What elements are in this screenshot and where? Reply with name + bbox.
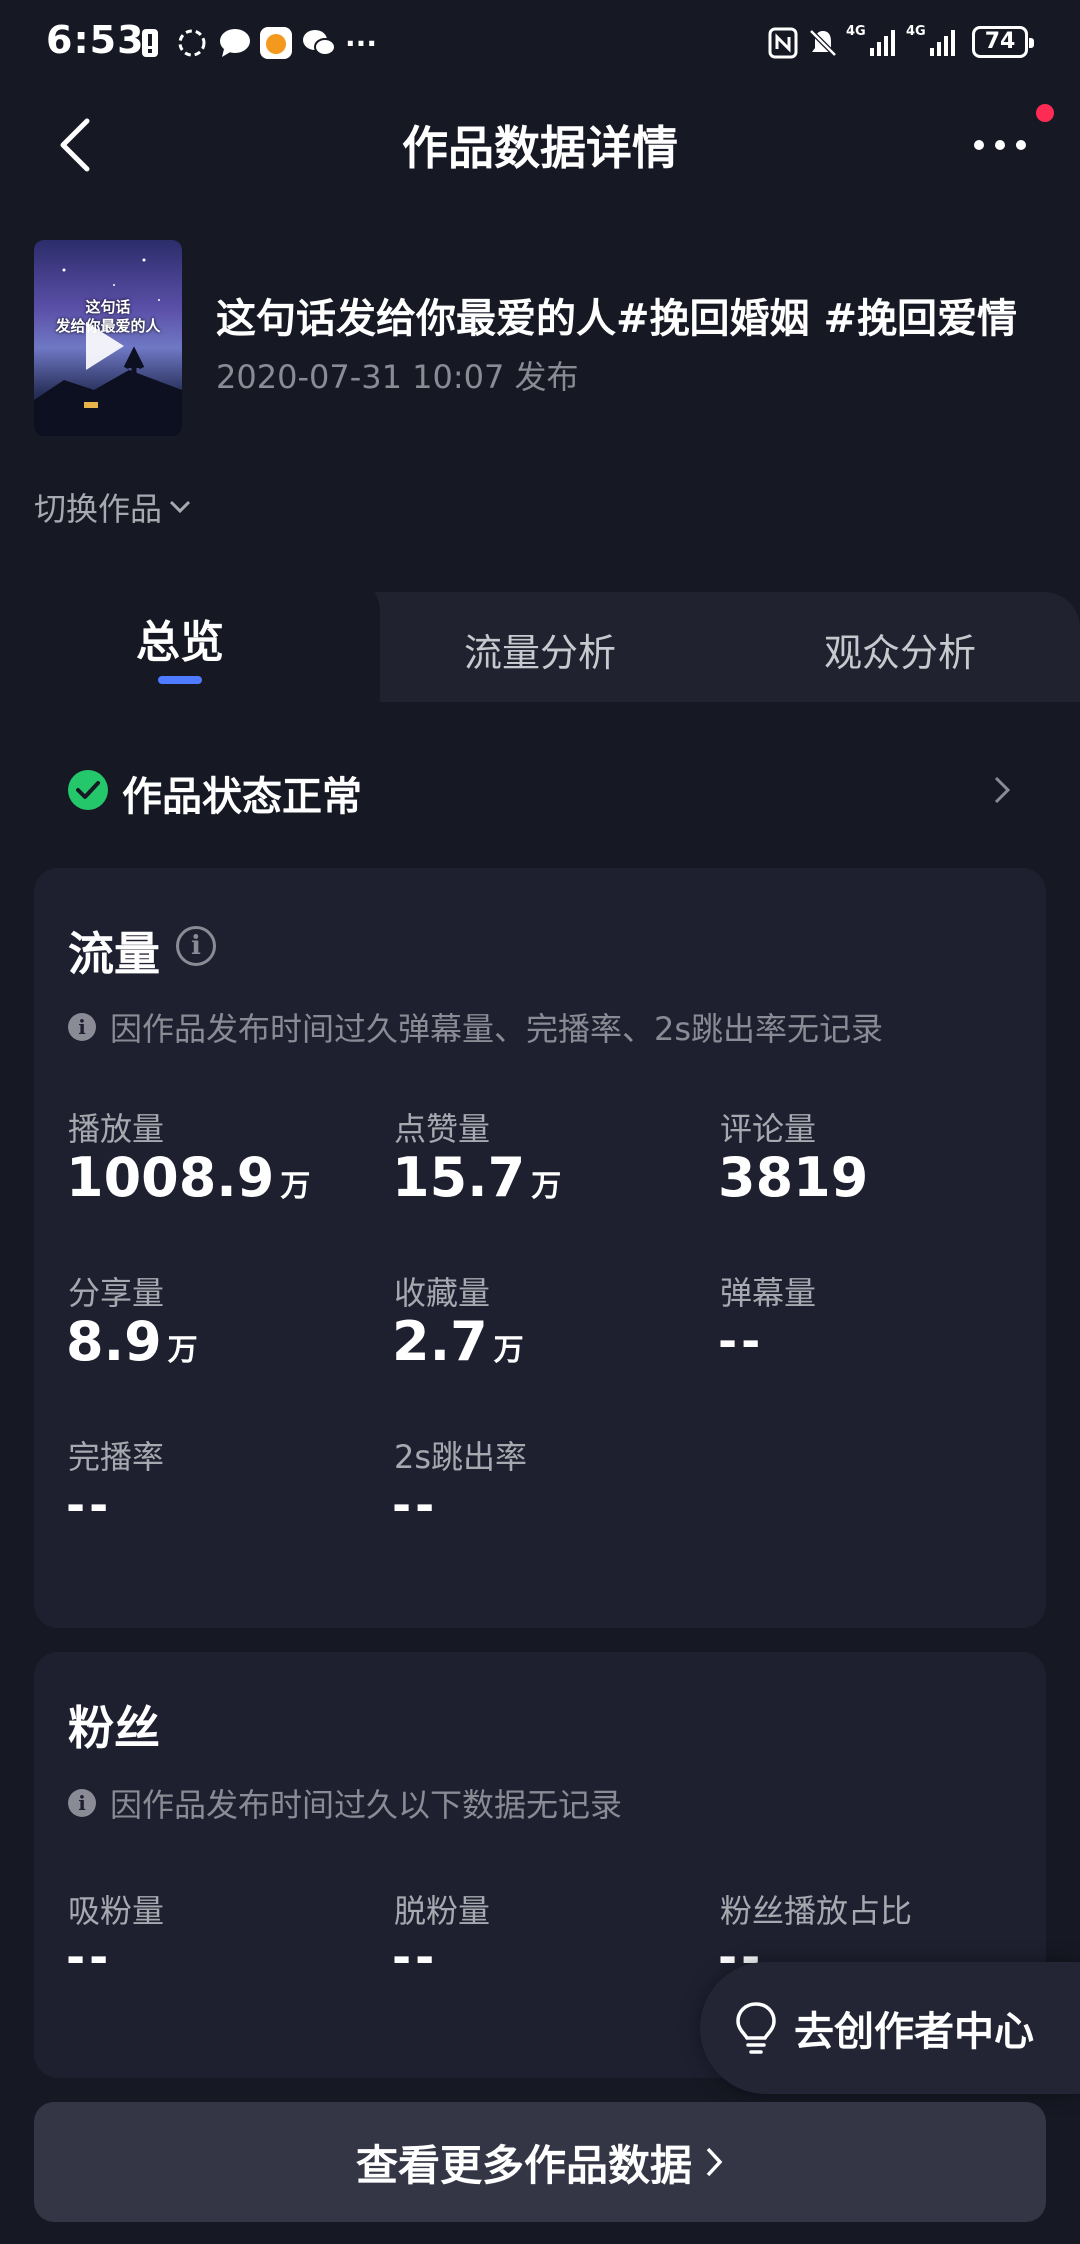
metric-label-comments: 评论量 <box>720 1110 817 1148</box>
app-notification-icon <box>258 26 294 60</box>
fans-note-text: 因作品发布时间过久以下数据无记录 <box>110 1786 623 1824</box>
battery-indicator: 74 <box>972 26 1034 58</box>
metric-label-favorites: 收藏量 <box>394 1274 491 1312</box>
play-icon <box>86 322 124 370</box>
sync-icon <box>174 26 210 60</box>
view-more-data-button[interactable]: 查看更多作品数据 <box>34 2102 1046 2222</box>
signal-icon-1: 4G <box>846 24 900 60</box>
video-thumbnail[interactable]: 这句话 发给你最爱的人 <box>34 240 182 436</box>
work-status-text: 作品状态正常 <box>122 774 362 820</box>
mute-icon <box>806 26 840 60</box>
metric-unit: 万 <box>493 1333 524 1368</box>
info-dot-icon: i <box>68 1789 96 1817</box>
metric-value-fans-lost: -- <box>392 1930 439 1984</box>
switch-work-label: 切换作品 <box>34 490 163 528</box>
message-icon <box>216 26 254 60</box>
metric-label-completion-rate: 完播率 <box>68 1438 165 1476</box>
notification-dot <box>1036 104 1054 122</box>
status-time: 6:53 <box>46 18 145 62</box>
metric-number: 15.7 <box>392 1146 526 1209</box>
more-notifications-icon: ··· <box>345 26 377 60</box>
creator-center-label: 去创作者中心 <box>794 2009 1034 2055</box>
alert-icon <box>138 26 162 60</box>
status-bar: 6:53 ··· 4G 4G 74 <box>0 0 1080 90</box>
metric-number: 2.7 <box>392 1310 488 1373</box>
metric-number: 3819 <box>718 1146 869 1209</box>
work-status-row[interactable]: 作品状态正常 <box>0 752 1080 828</box>
metric-label-likes: 点赞量 <box>394 1110 491 1148</box>
creator-center-button[interactable]: 去创作者中心 <box>700 1962 1080 2094</box>
metric-number: 8.9 <box>66 1310 162 1373</box>
lightbulb-icon <box>736 2002 776 2054</box>
metric-value-likes: 15.7 万 <box>392 1146 561 1209</box>
info-icon[interactable]: i <box>176 926 216 966</box>
metric-label-shares: 分享量 <box>68 1274 165 1312</box>
metric-value-completion-rate: -- <box>66 1478 113 1532</box>
more-icon <box>974 140 1026 150</box>
tab-bar: 总览 流量分析 观众分析 <box>0 572 1080 712</box>
metric-label-danmaku: 弹幕量 <box>720 1274 817 1312</box>
check-circle-icon <box>68 770 108 810</box>
metric-value-shares: 8.9 万 <box>66 1310 198 1373</box>
fans-note: i 因作品发布时间过久以下数据无记录 <box>68 1780 622 1826</box>
metric-value-bounce-rate: -- <box>392 1478 439 1532</box>
traffic-note-text: 因作品发布时间过久弹幕量、完播率、2s跳出率无记录 <box>110 1010 884 1048</box>
traffic-title: 流量 <box>68 927 160 981</box>
signal-icon-2: 4G <box>906 24 960 60</box>
tab-indicator <box>158 676 202 684</box>
metric-unit: 万 <box>531 1169 562 1204</box>
metric-value-plays: 1008.9 万 <box>66 1146 310 1209</box>
metric-label-bounce-rate: 2s跳出率 <box>394 1438 528 1476</box>
chevron-down-icon <box>169 500 191 514</box>
info-dot-icon: i <box>68 1013 96 1041</box>
video-publish-date: 2020-07-31 10:07 发布 <box>216 358 579 396</box>
more-options-button[interactable] <box>960 110 1040 180</box>
page-title: 作品数据详情 <box>402 121 678 175</box>
view-more-data-label: 查看更多作品数据 <box>355 2140 692 2190</box>
chevron-right-icon <box>706 2147 723 2177</box>
metric-label-fans-lost: 脱粉量 <box>394 1892 491 1930</box>
thumbnail-caption-line1: 这句话 <box>85 298 131 316</box>
nfc-icon <box>766 26 800 60</box>
tab-overview[interactable]: 总览 <box>100 606 260 670</box>
video-title: 这句话发给你最爱的人#挽回婚姻 #挽回爱情 <box>216 296 1017 342</box>
fans-title: 粉丝 <box>68 1701 160 1755</box>
chevron-right-icon <box>986 774 1018 806</box>
metric-unit: 万 <box>280 1169 311 1204</box>
metric-value-danmaku: -- <box>718 1314 765 1368</box>
traffic-card: 流量 i i 因作品发布时间过久弹幕量、完播率、2s跳出率无记录 播放量 100… <box>34 868 1046 1628</box>
metric-label-plays: 播放量 <box>68 1110 165 1148</box>
switch-work-dropdown[interactable]: 切换作品 <box>34 484 192 530</box>
wechat-icon <box>300 26 338 60</box>
metric-value-fans-gained: -- <box>66 1930 113 1984</box>
metric-unit: 万 <box>167 1333 198 1368</box>
tab-traffic-analysis[interactable]: 流量分析 <box>420 622 660 677</box>
metric-label-fan-play-ratio: 粉丝播放占比 <box>720 1892 913 1930</box>
metric-label-fans-gained: 吸粉量 <box>68 1892 165 1930</box>
traffic-note: i 因作品发布时间过久弹幕量、完播率、2s跳出率无记录 <box>68 1004 883 1050</box>
metric-number: 1008.9 <box>66 1146 275 1209</box>
metric-value-comments: 3819 <box>718 1146 868 1209</box>
tab-audience-analysis[interactable]: 观众分析 <box>780 622 1020 677</box>
metric-value-favorites: 2.7 万 <box>392 1310 524 1373</box>
